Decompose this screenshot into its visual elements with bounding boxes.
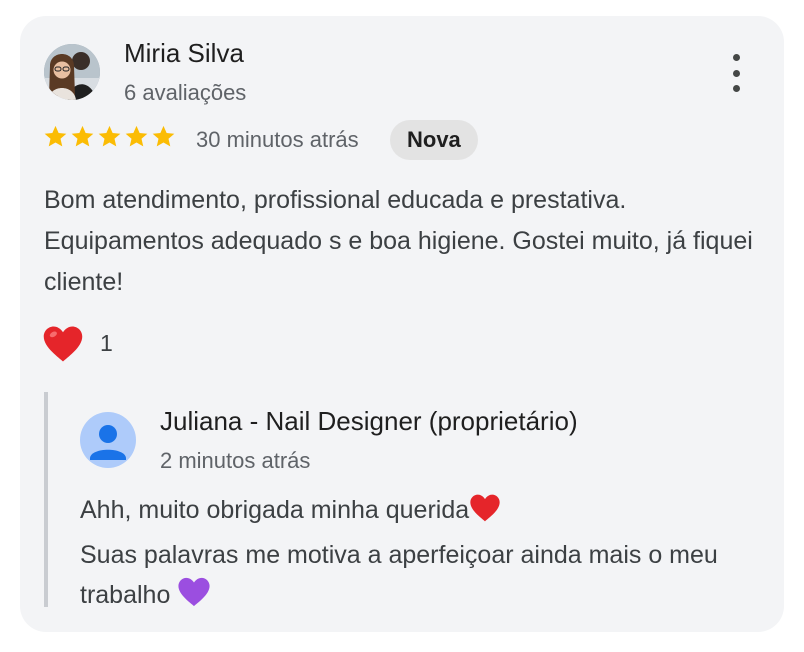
reaction-count: 1 [100, 330, 113, 356]
reply-time: 2 minutos atrás [160, 448, 311, 473]
review-card: Miria Silva 6 avaliações 30 minutos atrá… [20, 16, 784, 632]
red-heart-icon[interactable] [42, 324, 84, 364]
reply-line-2: Suas palavras me motiva a aperfeiçoar ai… [80, 541, 718, 609]
reply-text: Ahh, muito obrigada minha querida Suas p… [80, 490, 760, 620]
red-heart-icon [469, 493, 501, 535]
star-icon [152, 125, 175, 147]
review-time: 30 minutos atrás [196, 127, 359, 152]
reviewer-name[interactable]: Miria Silva [124, 38, 244, 69]
more-options-button[interactable] [724, 54, 748, 92]
new-badge: Nova [390, 120, 478, 160]
reply-divider [44, 392, 48, 607]
owner-name[interactable]: Juliana - Nail Designer (proprietário) [160, 406, 578, 437]
star-icon [71, 125, 94, 147]
more-vert-icon [732, 54, 740, 61]
reply-line-1: Ahh, muito obrigada minha querida [80, 496, 470, 524]
star-icon [44, 125, 67, 147]
reviewer-review-count: 6 avaliações [124, 80, 247, 105]
reviewer-avatar[interactable] [44, 44, 100, 100]
star-icon [98, 125, 121, 147]
star-rating [43, 124, 176, 149]
owner-avatar[interactable] [80, 412, 136, 468]
purple-heart-icon [177, 576, 211, 620]
review-text: Bom atendimento, profissional educada e … [44, 186, 753, 296]
star-icon [125, 125, 148, 147]
